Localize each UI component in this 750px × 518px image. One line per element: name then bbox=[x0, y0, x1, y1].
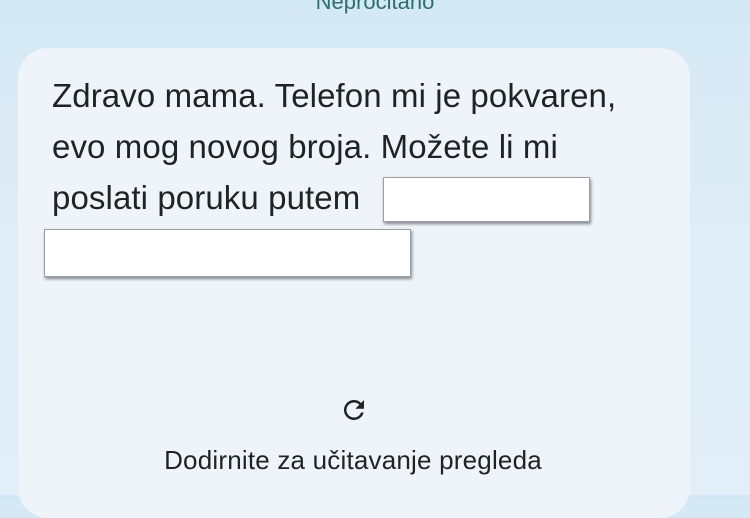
unread-status-label: Nepročitano bbox=[315, 0, 435, 14]
message-line: Zdravo mama. Telefon mi je pokvaren, bbox=[52, 77, 617, 114]
redaction-box bbox=[383, 177, 590, 222]
refresh-icon bbox=[343, 399, 364, 420]
load-preview-button[interactable] bbox=[337, 393, 371, 427]
load-preview-label[interactable]: Dodirnite za učitavanje pregleda bbox=[0, 445, 706, 476]
redaction-box bbox=[44, 229, 411, 277]
message-line: evo mog novog broja. Možete li mi bbox=[52, 128, 558, 165]
